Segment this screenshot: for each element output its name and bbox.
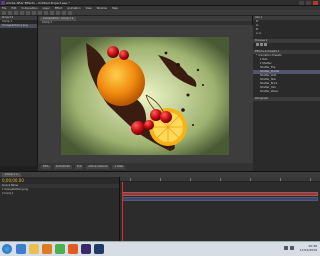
resolution-dropdown[interactable]: Full xyxy=(74,165,84,169)
maximize-button[interactable] xyxy=(306,1,311,5)
pan-behind-tool-icon[interactable] xyxy=(32,11,36,15)
project-panel: Project ▾ Comp 1 Orange&Cherry.png xyxy=(0,16,38,166)
zoom-dropdown[interactable]: 50% xyxy=(41,165,51,169)
project-item[interactable]: Orange&Cherry.png xyxy=(0,24,37,28)
clone-tool-icon[interactable] xyxy=(62,11,66,15)
composition-panel: Composition: Comp 1 ▾ Comp 1 50% 0;00;00… xyxy=(38,16,253,171)
cherry xyxy=(119,50,129,60)
window-controls xyxy=(299,1,318,5)
cherry xyxy=(160,111,172,123)
cherry xyxy=(144,120,154,130)
windows-taskbar: 20:38 17/02/2016 xyxy=(0,241,320,256)
paragraph-panel-header[interactable]: Paragraph xyxy=(253,97,320,101)
internet-explorer-icon[interactable] xyxy=(16,244,26,254)
timeline-timecode[interactable]: 0;00;00;00 xyxy=(0,177,119,184)
layer-duration-bar[interactable] xyxy=(122,197,318,201)
current-time-indicator[interactable] xyxy=(122,182,123,242)
cherry xyxy=(131,121,145,135)
hand-tool-icon[interactable] xyxy=(8,11,12,15)
current-time-display[interactable]: 0;00;00;00 xyxy=(53,165,72,169)
timeline-layer[interactable]: 2 Comp 1 xyxy=(0,192,119,196)
system-clock[interactable]: 20:38 17/02/2016 xyxy=(300,244,317,252)
photoshop-icon[interactable] xyxy=(94,244,104,254)
effects-row[interactable]: Shatter_Wave xyxy=(253,90,320,94)
composition-footer: 50% 0;00;00;00 Full Active Camera 1 View xyxy=(38,163,253,171)
selection-tool-icon[interactable] xyxy=(2,11,6,15)
timeline-tracks[interactable] xyxy=(120,177,320,242)
pen-tool-icon[interactable] xyxy=(44,11,48,15)
cherry xyxy=(107,46,119,58)
file-explorer-icon[interactable] xyxy=(29,244,39,254)
mask-tool-icon[interactable] xyxy=(38,11,42,15)
camera-tool-icon[interactable] xyxy=(26,11,30,15)
eraser-tool-icon[interactable] xyxy=(68,11,72,15)
layer-duration-bar[interactable] xyxy=(122,192,318,196)
orange-fruit xyxy=(97,58,145,106)
brush-tool-icon[interactable] xyxy=(56,11,60,15)
after-effects-app-icon xyxy=(1,1,5,5)
clock-date: 17/02/2016 xyxy=(299,248,317,252)
start-button-icon[interactable] xyxy=(2,244,12,254)
camera-dropdown[interactable]: Active Camera xyxy=(86,165,110,169)
media-player-icon[interactable] xyxy=(42,244,52,254)
cherry xyxy=(150,109,162,121)
time-ruler[interactable] xyxy=(120,177,320,182)
views-dropdown[interactable]: 1 View xyxy=(112,165,126,169)
composition-artwork xyxy=(61,37,229,155)
timeline-panel: Comp 1 × 0;00;00;00 Source Name 1 Orange… xyxy=(0,171,320,242)
zoom-tool-icon[interactable] xyxy=(14,11,18,15)
volume-icon[interactable] xyxy=(290,246,294,250)
chrome-icon[interactable] xyxy=(55,244,65,254)
preview-controls[interactable] xyxy=(253,43,320,47)
composition-viewer[interactable] xyxy=(38,25,253,163)
minimize-button[interactable] xyxy=(299,1,304,5)
window-title: Adobe After Effects - Untitled Project.a… xyxy=(6,1,70,5)
right-panels: Info ▾ R: G: B: A: 0 Preview ▾ Effects &… xyxy=(253,16,320,171)
firefox-icon[interactable] xyxy=(68,244,78,254)
rotate-tool-icon[interactable] xyxy=(20,11,24,15)
network-icon[interactable] xyxy=(284,246,288,250)
close-button[interactable] xyxy=(313,1,318,5)
timeline-layer-list: 0;00;00;00 Source Name 1 Orange&Cherry.p… xyxy=(0,177,120,242)
text-tool-icon[interactable] xyxy=(50,11,54,15)
info-value: A: 0 xyxy=(256,32,262,35)
after-effects-icon[interactable] xyxy=(81,244,91,254)
